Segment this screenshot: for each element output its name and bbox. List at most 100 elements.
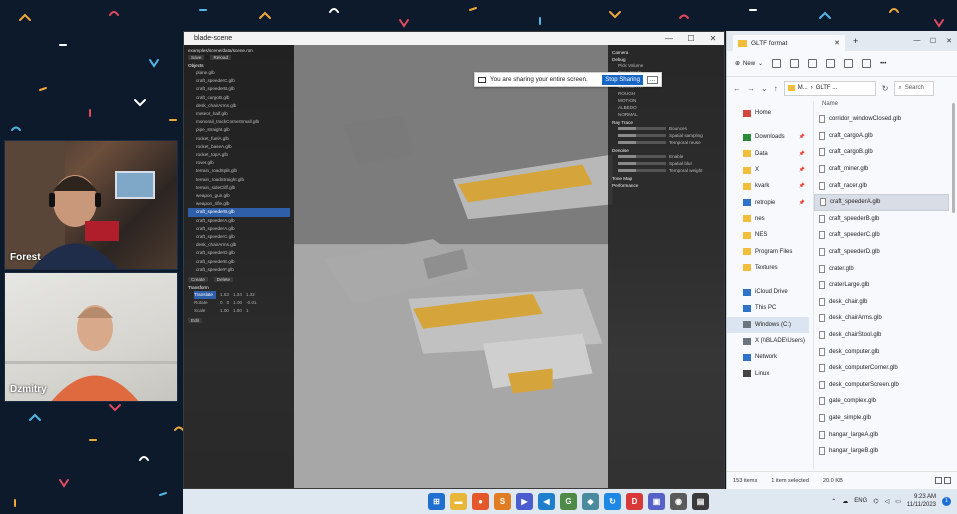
object-item[interactable]: pipe_straight.glb [188, 126, 290, 134]
vscode-icon[interactable]: ◀ [538, 493, 555, 510]
file-row[interactable]: crater.glb [814, 260, 949, 277]
minimize-icon[interactable]: — [658, 34, 680, 43]
nav-item[interactable]: This PC [727, 300, 809, 316]
details-view-icon[interactable] [935, 477, 942, 484]
nav-item[interactable]: Textures [727, 260, 809, 276]
notification-badge[interactable]: 1 [942, 496, 951, 506]
slider-track[interactable] [618, 134, 666, 137]
transform-value[interactable]: 1.00 [233, 307, 242, 315]
network-icon[interactable]: ⌬ [873, 498, 878, 505]
object-item[interactable]: desk_chairArms.glb [188, 102, 290, 110]
transform-value[interactable]: -0.01 [246, 299, 256, 307]
transform-heading[interactable]: Transform [188, 285, 290, 290]
settings-section-heading[interactable]: Tone Map [612, 176, 720, 181]
close-tab-icon[interactable]: ✕ [834, 39, 840, 47]
settings-slider[interactable]: Spatial blur [612, 160, 720, 167]
nav-item[interactable]: Program Files [727, 243, 809, 259]
vertical-scrollbar[interactable] [952, 103, 955, 213]
address-bar[interactable]: M... › GLTF ... [783, 80, 876, 96]
settings-slider[interactable]: Spatial sampling [612, 132, 720, 139]
object-item[interactable]: terrain_sideCliff.glb [188, 184, 290, 192]
delete-button[interactable]: Delete [213, 277, 234, 283]
windows-start-icon[interactable]: ⊞ [428, 493, 445, 510]
file-row[interactable]: hangar_largeB.glb [814, 443, 949, 460]
file-row[interactable]: desk_computer.glb [814, 343, 949, 360]
scene-viewport[interactable]: examples/scene/data/scene.ron Save Reloa… [184, 45, 724, 488]
file-row[interactable]: craft_cargoB.glb [814, 144, 949, 161]
file-row[interactable]: desk_computerCorner.glb [814, 360, 949, 377]
object-item[interactable]: craft_speederA.glb [188, 225, 290, 233]
address-segment[interactable]: M... [798, 85, 808, 91]
transform-value[interactable]: 1.32 [246, 291, 255, 299]
object-item[interactable]: weapon_rifle.glb [188, 200, 290, 208]
chevron-up-icon[interactable]: ⌃ [831, 498, 836, 505]
transform-row[interactable]: Translate 1.63 1.34 1.32 [188, 291, 290, 300]
settings-section-heading[interactable]: Performance [612, 183, 720, 188]
explorer-tab[interactable]: GLTF format ✕ [733, 35, 845, 51]
object-item[interactable]: craft_speederF.glb [188, 266, 290, 274]
object-item[interactable]: craft_cargoB.glb [188, 94, 290, 102]
tool-icon[interactable]: ◆ [582, 493, 599, 510]
sharing-more-button[interactable]: ... [646, 75, 658, 84]
file-row[interactable]: craft_speederD.glb [814, 244, 949, 261]
paste-icon[interactable] [808, 59, 818, 68]
file-row[interactable]: craft_speederC.glb [814, 227, 949, 244]
up-arrow-icon[interactable]: ↑ [774, 84, 778, 93]
object-item[interactable]: weapon_gun.glb [188, 192, 290, 200]
file-row[interactable]: craft_cargoA.glb [814, 128, 949, 145]
nav-item[interactable]: Downloads 📌 [727, 129, 809, 145]
object-item[interactable]: rocket_baseA.glb [188, 143, 290, 151]
file-row[interactable]: craft_speederA.glb [814, 193, 949, 211]
object-item[interactable]: craft_speederE.glb [188, 258, 290, 266]
edit-button[interactable]: Edit [188, 318, 202, 324]
file-explorer-icon[interactable]: ▬ [450, 493, 467, 510]
battery-icon[interactable]: ▭ [895, 498, 901, 505]
file-row[interactable]: craft_miner.glb [814, 161, 949, 178]
objects-heading[interactable]: Objects [188, 63, 290, 68]
rename-icon[interactable] [826, 59, 836, 68]
nav-item[interactable]: X 📌 [727, 162, 809, 178]
nav-item[interactable]: Data 📌 [727, 146, 809, 162]
slider-track[interactable] [618, 127, 666, 130]
nav-item[interactable]: kvark 📌 [727, 178, 809, 194]
file-row[interactable]: corridor_windowClosed.glb [814, 111, 949, 128]
transform-value[interactable]: 0 [220, 299, 223, 307]
file-row[interactable]: craft_racer.glb [814, 177, 949, 194]
refresh-icon[interactable]: ↻ [882, 84, 889, 93]
transform-value[interactable]: 1.63 [220, 291, 229, 299]
close-icon[interactable]: ✕ [941, 37, 957, 45]
object-item[interactable]: desk_chairArms.glb [188, 241, 290, 249]
object-item[interactable]: rocket_fuelA.glb [188, 135, 290, 143]
nav-item[interactable]: Windows (C:) [727, 316, 809, 333]
volume-icon[interactable]: ◁ [885, 498, 890, 505]
object-item[interactable]: rover.glb [188, 159, 290, 167]
clock[interactable]: 9:23 AM 11/11/2023 [907, 493, 936, 509]
address-segment[interactable]: GLTF ... [816, 85, 838, 91]
transform-value[interactable]: 1.00 [233, 299, 242, 307]
save-button[interactable]: Save [188, 55, 205, 60]
file-row[interactable]: desk_chair.glb [814, 294, 949, 311]
nav-item[interactable]: Home [727, 105, 809, 121]
share-icon[interactable] [844, 59, 854, 68]
transform-row[interactable]: Scale 1.00 1.00 1 [188, 307, 290, 315]
settings-slider[interactable]: Temporal weight [612, 167, 720, 174]
object-item[interactable]: rocket_topA.glb [188, 151, 290, 159]
blade-app-icon[interactable]: ▤ [692, 493, 709, 510]
sync-icon[interactable]: ↻ [604, 493, 621, 510]
object-item[interactable]: monorail_trackCornerSmall.glb [188, 118, 290, 126]
onedrive-icon[interactable]: ☁ [842, 498, 848, 505]
settings-slider[interactable]: Bounces [612, 125, 720, 132]
search-box[interactable]: ⌕ Search [894, 80, 935, 96]
file-row[interactable]: gate_simple.glb [814, 410, 949, 427]
settings-item[interactable]: MOTION [612, 97, 720, 104]
transform-value[interactable]: 1.34 [233, 291, 242, 299]
maximize-icon[interactable]: ☐ [925, 37, 941, 45]
slider-track[interactable] [618, 169, 666, 172]
transform-value[interactable]: 1 [246, 307, 249, 315]
save-icon[interactable]: ▣ [648, 493, 665, 510]
settings-section-heading[interactable]: Camera [612, 50, 720, 55]
firefox-icon[interactable]: ● [472, 493, 489, 510]
close-icon[interactable]: ✕ [702, 34, 724, 43]
file-row[interactable]: gate_complex.glb [814, 393, 949, 410]
media-player-icon[interactable]: ▶ [516, 493, 533, 510]
